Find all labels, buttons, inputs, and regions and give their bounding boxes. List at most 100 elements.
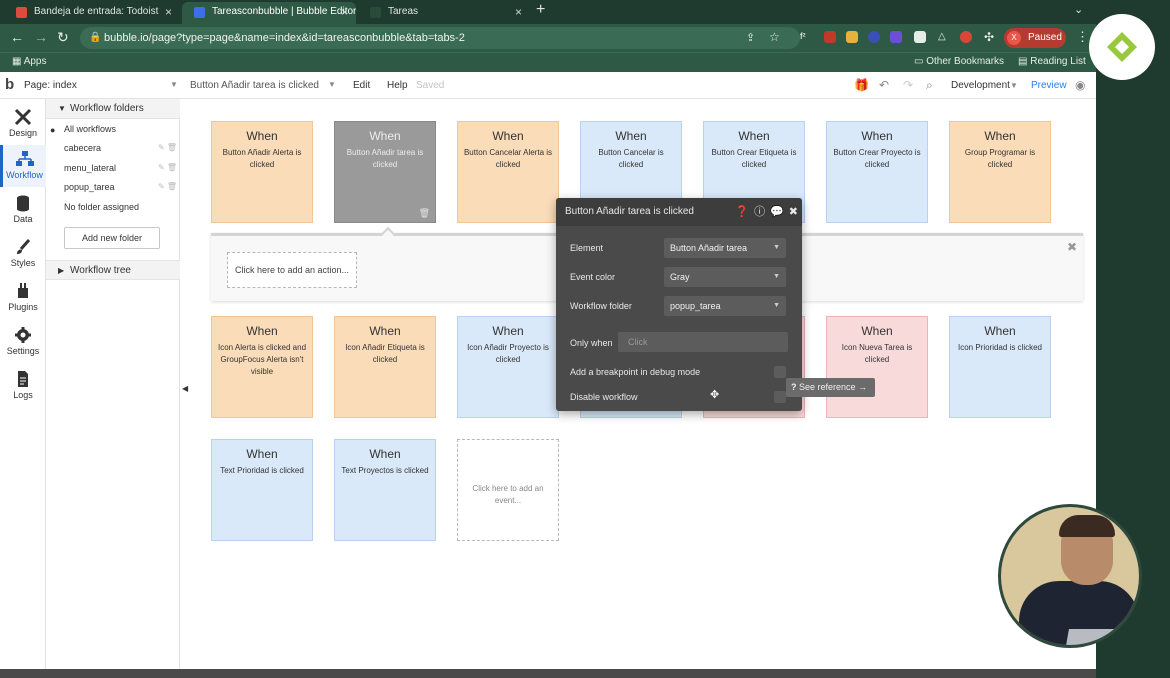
bookmark-star-icon[interactable]: ☆ — [769, 30, 780, 44]
extension-icon[interactable] — [960, 31, 972, 43]
preview-button[interactable]: Preview — [1031, 80, 1067, 91]
tab-todoist[interactable]: Bandeja de entrada: Todoist × — [4, 2, 180, 24]
folder-item[interactable]: menu_lateral ✎ 🗑 — [64, 163, 177, 173]
extension-icon[interactable] — [868, 31, 880, 43]
bubble-logo-icon[interactable]: b — [5, 76, 14, 93]
event-card[interactable]: When Text Prioridad is clicked — [211, 439, 313, 541]
close-tab-icon[interactable]: × — [165, 2, 172, 22]
comment-icon[interactable]: 💬 — [770, 206, 784, 218]
chevron-down-icon[interactable]: ▼ — [1010, 81, 1018, 90]
forward-arrow-icon[interactable]: → — [34, 29, 48, 45]
tab-plugins[interactable]: Plugins — [0, 277, 46, 319]
bubble-favicon-icon — [194, 7, 205, 18]
workflow-folders-header[interactable]: ▼ Workflow folders — [46, 99, 180, 119]
close-tab-icon[interactable]: × — [341, 2, 348, 22]
account-icon[interactable]: ◉ — [1075, 78, 1085, 92]
workflow-selector[interactable]: Button Añadir tarea is clicked — [190, 80, 319, 91]
eye-icon[interactable]: ● — [50, 125, 55, 135]
apps-bookmark[interactable]: ▦ Apps — [12, 56, 46, 67]
close-icon[interactable]: ✖ — [1067, 240, 1077, 254]
help-icon[interactable]: ❓ — [735, 206, 749, 218]
close-icon[interactable]: ✖ — [789, 206, 798, 218]
tab-tareas[interactable]: Tareas × — [358, 2, 530, 24]
folder-label: menu_lateral — [64, 163, 117, 173]
add-event-button[interactable]: Click here to add an event... — [457, 439, 559, 541]
redo-icon[interactable]: ↷ — [903, 78, 913, 92]
edit-delete-icons[interactable]: ✎ 🗑 — [158, 143, 177, 152]
new-tab-button[interactable]: + — [536, 1, 545, 19]
puzzle-extensions-icon[interactable]: ✣ — [984, 30, 994, 44]
tab-bubble-editor[interactable]: Tareasconbubble | Bubble Editor × — [182, 2, 356, 24]
event-card[interactable]: When Icon Prioridad is clicked — [949, 316, 1051, 418]
event-card[interactable]: When Group Programar is clicked — [949, 121, 1051, 223]
url-bar[interactable]: 🔒 bubble.io/page?type=page&name=index&id… — [80, 27, 800, 49]
collapse-panel-icon[interactable]: ◀ — [182, 384, 188, 393]
breakpoint-checkbox[interactable] — [774, 366, 786, 378]
event-card[interactable]: When Icon Añadir Etiqueta is clicked — [334, 316, 436, 418]
undo-icon[interactable]: ↶ — [879, 78, 889, 92]
other-bookmarks[interactable]: ▭ Other Bookmarks — [914, 56, 1004, 67]
property-editor-header[interactable]: Button Añadir tarea is clicked ❓ ⓘ 💬 ✖ — [556, 198, 802, 226]
workflow-tree-header[interactable]: ▶ Workflow tree — [46, 260, 180, 280]
extension-icon[interactable] — [824, 31, 836, 43]
warning-extension-icon[interactable]: △ — [938, 31, 950, 43]
reload-icon[interactable]: ↻ — [57, 29, 69, 46]
event-card[interactable]: When Icon Alerta is clicked and GroupFoc… — [211, 316, 313, 418]
event-card[interactable]: When Icon Nueva Tarea is clicked — [826, 316, 928, 418]
event-card[interactable]: When Button Cancelar Alerta is clicked — [457, 121, 559, 223]
folder-label: cabecera — [64, 143, 102, 153]
formula-extension-icon[interactable]: f² — [800, 31, 812, 43]
tab-search-chevron-icon[interactable]: ⌄ — [1074, 3, 1083, 16]
workflow-folder-dropdown[interactable]: popup_tarea ▼ — [664, 296, 786, 316]
add-new-folder-button[interactable]: Add new folder — [64, 227, 160, 249]
event-card[interactable]: When Icon Añadir Proyecto is clicked — [457, 316, 559, 418]
edit-delete-icons[interactable]: ✎ 🗑 — [158, 182, 177, 191]
close-tab-icon[interactable]: × — [515, 2, 522, 22]
folder-item[interactable]: cabecera ✎ 🗑 — [64, 143, 177, 153]
share-icon[interactable]: ⇪ — [746, 31, 755, 44]
tab-data[interactable]: Data — [0, 189, 46, 231]
event-card[interactable]: When Button Crear Proyecto is clicked — [826, 121, 928, 223]
tab-design[interactable]: Design — [0, 103, 46, 145]
event-card[interactable]: When Button Añadir Alerta is clicked — [211, 121, 313, 223]
profile-button[interactable]: X Paused — [1004, 28, 1066, 48]
edit-delete-icons[interactable]: ✎ 🗑 — [158, 163, 177, 172]
page-selector[interactable]: Page: index — [24, 80, 77, 91]
extension-icon[interactable] — [846, 31, 858, 43]
tab-label: Workflow — [6, 170, 43, 180]
help-menu[interactable]: Help — [387, 80, 408, 91]
disable-workflow-checkbox[interactable] — [774, 391, 786, 403]
tab-workflow[interactable]: Workflow — [0, 145, 46, 187]
only-when-input[interactable]: Click — [618, 332, 788, 352]
event-card[interactable]: When Text Proyectos is clicked — [334, 439, 436, 541]
tab-settings[interactable]: Settings — [0, 321, 46, 363]
chevron-down-icon[interactable]: ▼ — [328, 80, 336, 89]
menu-kebab-icon[interactable]: ⋮ — [1076, 29, 1089, 45]
folder-item[interactable]: popup_tarea ✎ 🗑 — [64, 182, 177, 192]
lock-icon: 🔒 — [89, 32, 102, 43]
gift-icon[interactable]: 🎁 — [854, 78, 869, 92]
workflow-folder-label: Workflow folder — [570, 301, 632, 311]
event-color-dropdown[interactable]: Gray ▼ — [664, 267, 786, 287]
folder-all-workflows[interactable]: All workflows — [64, 124, 116, 134]
event-card-selected[interactable]: When Button Añadir tarea is clicked 🗑 — [334, 121, 436, 223]
tab-logs[interactable]: Logs — [0, 365, 46, 407]
folder-none[interactable]: No folder assigned — [64, 202, 139, 212]
back-arrow-icon[interactable]: ← — [10, 29, 24, 45]
reading-list-label: Reading List — [1030, 56, 1086, 67]
extension-icon[interactable] — [890, 31, 902, 43]
see-reference-tooltip[interactable]: ? See reference → — [786, 378, 875, 397]
edit-menu[interactable]: Edit — [353, 80, 370, 91]
when-label: When — [492, 129, 524, 143]
chevron-down-icon[interactable]: ▼ — [170, 80, 178, 89]
search-icon[interactable]: ⌕ — [926, 78, 933, 93]
add-action-button[interactable]: Click here to add an action... — [227, 252, 357, 288]
question-icon: ? — [791, 382, 797, 392]
extension-icon[interactable] — [914, 31, 926, 43]
element-dropdown[interactable]: Button Añadir tarea ▼ — [664, 238, 786, 258]
reading-list[interactable]: ▤ Reading List — [1018, 56, 1086, 67]
trash-icon[interactable]: 🗑 — [419, 208, 430, 219]
info-icon[interactable]: ⓘ — [754, 206, 765, 218]
tab-styles[interactable]: Styles — [0, 233, 46, 275]
environment-selector[interactable]: Development — [951, 80, 1010, 91]
